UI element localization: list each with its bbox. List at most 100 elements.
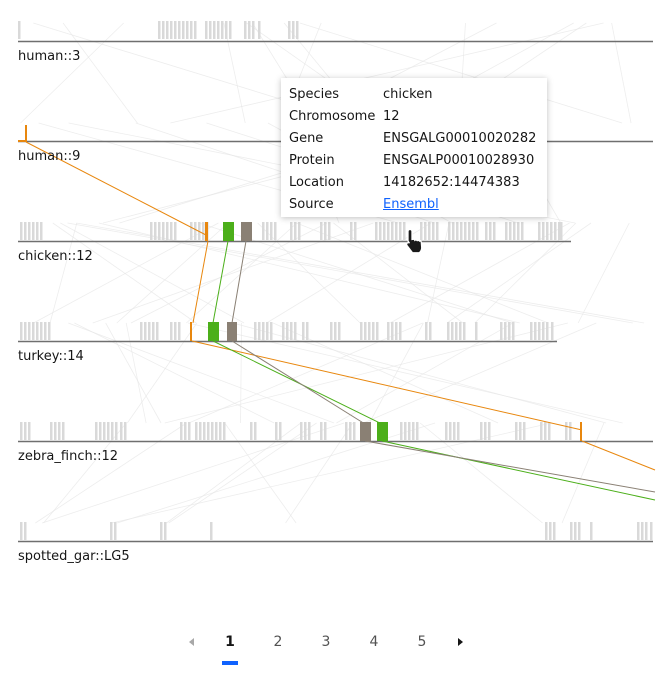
gene-tick [210, 522, 213, 540]
gene-tick [519, 422, 522, 440]
gene-tick [296, 21, 299, 39]
gene-tick [453, 422, 456, 440]
gene-tick [324, 222, 327, 240]
gene-tick [158, 222, 161, 240]
gene-tick [429, 322, 432, 340]
gene-tick [508, 322, 511, 340]
gene-tick [120, 422, 123, 440]
gene-tick [364, 322, 367, 340]
gene-tick [124, 422, 127, 440]
page-button-5[interactable]: 5 [398, 627, 446, 657]
gene-tick [32, 322, 35, 340]
green-gene-turkey [208, 322, 219, 341]
gene-tick [164, 522, 167, 540]
page-button-4[interactable]: 4 [350, 627, 398, 657]
gene-tick [493, 222, 496, 240]
gene-tick [211, 422, 214, 440]
gene-tick [266, 322, 269, 340]
pagination: 1 2 3 4 5 [178, 622, 474, 665]
gene-tick [207, 422, 210, 440]
gene-tick [95, 422, 98, 440]
page-button-2[interactable]: 2 [254, 627, 302, 657]
tooltip-value: 14182652:14474383 [383, 175, 520, 190]
gene-tick [244, 21, 247, 39]
gene-tick [515, 422, 518, 440]
gene-tick [542, 322, 545, 340]
background-link [49, 222, 78, 324]
gene-tick [476, 222, 479, 240]
gene-tick [199, 422, 202, 440]
gene-tick [404, 422, 407, 440]
gene-tick [650, 522, 653, 540]
tooltip-row-source: Source Ensembl [287, 194, 536, 216]
gene-tick [489, 222, 492, 240]
next-page-button[interactable] [446, 627, 474, 657]
background-link [127, 322, 198, 424]
gene-tick [36, 322, 39, 340]
gene-tick [186, 21, 189, 39]
gene-tick [62, 422, 65, 440]
gene-tick [170, 322, 173, 340]
gene-tick [20, 322, 23, 340]
gene-tick [258, 322, 261, 340]
background-link [168, 422, 317, 524]
gene-tick [641, 522, 644, 540]
gene-tick [449, 422, 452, 440]
gene-tick [115, 422, 118, 440]
gene-tick [162, 21, 165, 39]
gene-tick [505, 222, 508, 240]
tooltip-table: Species chicken Chromosome 12 Gene ENSGA… [287, 84, 536, 216]
gene-tick [194, 21, 197, 39]
tooltip-row-location: Location 14182652:14474383 [287, 172, 536, 194]
gene-tick [452, 222, 455, 240]
synteny-link [581, 440, 656, 471]
gene-tick [188, 422, 191, 440]
gene-tick [320, 222, 323, 240]
gene-tick [350, 222, 353, 240]
background-link [187, 322, 623, 424]
background-link [42, 422, 345, 524]
page-button-1[interactable]: 1 [206, 627, 254, 665]
gene-tick [425, 322, 428, 340]
gene-tick [184, 422, 187, 440]
hand-pointer-cursor-icon [405, 228, 423, 254]
gene-tick [103, 422, 106, 440]
gene-tick [156, 322, 159, 340]
caret-right-icon [458, 638, 463, 646]
page-button-3[interactable]: 3 [302, 627, 350, 657]
orange-gene-human-9 [25, 125, 27, 141]
gene-tick [270, 322, 273, 340]
gene-tick [54, 422, 57, 440]
background-link [333, 222, 463, 324]
gene-tick [399, 222, 402, 240]
gene-tick [262, 222, 265, 240]
gene-tick [111, 422, 114, 440]
gene-tick [412, 422, 415, 440]
gene-tick [44, 322, 47, 340]
gene-tick [645, 522, 648, 540]
gene-tick [551, 322, 554, 340]
gene-tick [32, 222, 35, 240]
gene-tick [517, 222, 520, 240]
gene-tick [20, 522, 23, 540]
gene-tick [546, 322, 549, 340]
gene-tick [484, 422, 487, 440]
gene-tick [294, 222, 297, 240]
gene-tick [457, 422, 460, 440]
gene-tick [513, 222, 516, 240]
gene-tick [391, 222, 394, 240]
gene-tick [436, 222, 439, 240]
tooltip-value: chicken [383, 87, 433, 102]
gene-tick [570, 522, 573, 540]
tooltip-row-species: Species chicken [287, 84, 536, 106]
gene-tick [24, 522, 27, 540]
tooltip-value: 12 [383, 109, 400, 124]
gene-tick [24, 422, 27, 440]
gene-tick [463, 322, 466, 340]
ensembl-link[interactable]: Ensembl [383, 197, 439, 212]
gene-tick [546, 222, 549, 240]
gene-tick [542, 222, 545, 240]
previous-page-button[interactable] [178, 627, 206, 657]
gene-tick [509, 222, 512, 240]
gene-tick [219, 422, 222, 440]
